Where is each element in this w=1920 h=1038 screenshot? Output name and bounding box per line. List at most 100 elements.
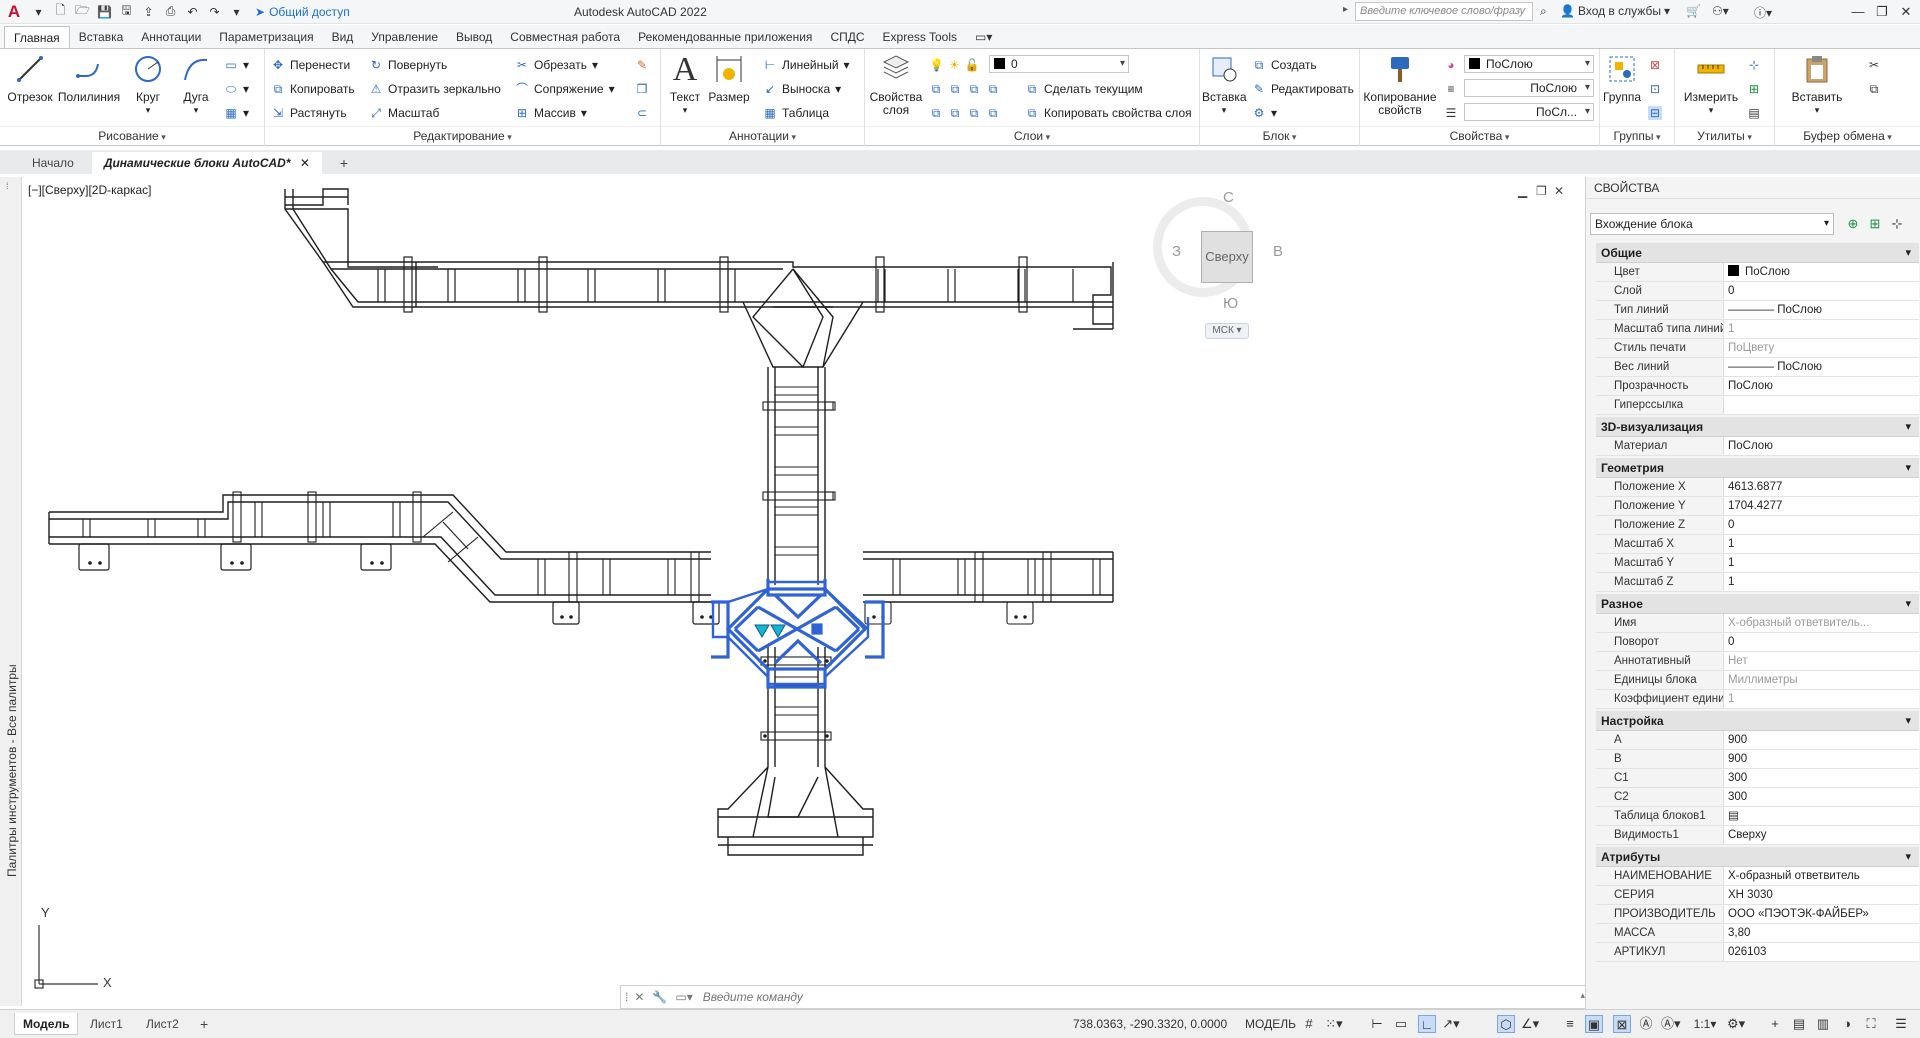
arc-button[interactable]: Дуга ▾ [174, 53, 218, 117]
cmd-grip-icon[interactable]: ⁞ [625, 990, 628, 1004]
create-block-button[interactable]: ⧉ Создать [1252, 55, 1317, 75]
stretch-button[interactable]: ⇲ Растянуть [271, 103, 347, 123]
property-value[interactable]: 300 [1724, 769, 1919, 787]
search-expand-icon[interactable]: ▸ [1343, 4, 1348, 15]
plot-icon[interactable]: ⎙ [162, 3, 179, 20]
auto-scale-icon[interactable]: Ⓐ▾ [1661, 1015, 1681, 1033]
cmd-close-icon[interactable]: ✕ [634, 990, 644, 1004]
panel-title-clipboard[interactable]: Буфер обмена [1775, 126, 1920, 144]
trim-button[interactable]: ✂ Обрезать ▾ [515, 55, 598, 75]
tab-featured-apps[interactable]: Рекомендованные приложения [629, 26, 821, 48]
group-select-icon[interactable]: ⊟ [1648, 103, 1662, 123]
property-value[interactable]: ▤ [1724, 807, 1919, 825]
copy-clip-icon[interactable]: ⧉ [1867, 79, 1881, 99]
property-row[interactable]: Стиль печати ПоЦвету [1596, 339, 1919, 358]
tab-output[interactable]: Вывод [447, 26, 501, 48]
layout-tab-sheet2[interactable]: Лист2 [138, 1013, 187, 1035]
calculator-icon[interactable]: ▤ [1747, 103, 1761, 123]
cut-icon[interactable]: ✂ [1867, 55, 1881, 75]
tab-view[interactable]: Вид [323, 26, 363, 48]
panel-title-block[interactable]: Блок [1200, 126, 1359, 144]
panel-title-layers[interactable]: Слои [865, 126, 1199, 144]
color-dropdown[interactable]: ПоСлою [1464, 55, 1594, 73]
select-objects-icon[interactable]: ⊞ [1866, 215, 1884, 233]
leader-button[interactable]: ↙ Выноска ▾ [763, 79, 841, 99]
property-row[interactable]: Таблица блоков1 ▤ [1596, 807, 1919, 826]
rectangle-button[interactable]: ▭ ▾ [224, 55, 249, 75]
save-icon[interactable]: 💾 [96, 3, 113, 20]
new-file-icon[interactable]: 🗋 [52, 3, 69, 20]
properties-section-header[interactable]: Разное [1596, 594, 1919, 614]
autocad-logo-icon[interactable]: A [3, 1, 25, 23]
explode-button[interactable]: ❒ [635, 79, 649, 99]
minimize-button[interactable]: — [1846, 2, 1870, 22]
transparency-icon[interactable]: ▣ [1585, 1015, 1603, 1033]
property-value[interactable]: 0 [1724, 633, 1919, 651]
layer-dropdown[interactable]: 0 [989, 55, 1129, 73]
property-value[interactable]: 1 [1724, 573, 1919, 591]
property-row[interactable]: Видимость1 Сверху [1596, 826, 1919, 845]
cart-icon[interactable]: 🛒 [1686, 4, 1701, 18]
ribbon-options-icon[interactable]: ▭▾ [966, 26, 1001, 48]
properties-section-header[interactable]: Атрибуты [1596, 847, 1919, 867]
ucs-menu-button[interactable]: МСК ▾ [1205, 323, 1249, 339]
property-row[interactable]: Положение Z 0 [1596, 516, 1919, 535]
annotation-scale[interactable]: 1:1▾ [1692, 1015, 1718, 1033]
measure-button[interactable]: Измерить ▾ [1683, 53, 1739, 117]
share-button[interactable]: ➤ Общий доступ [255, 5, 350, 19]
tab-collaborate[interactable]: Совместная работа [501, 26, 629, 48]
annotation-monitor-icon[interactable]: + [1766, 1015, 1784, 1033]
selection-cycling-icon[interactable]: ⊠ [1613, 1015, 1631, 1033]
property-value[interactable]: ———— ПоСлою [1724, 301, 1919, 319]
property-row[interactable]: Имя Х-образный ответвитель... [1596, 614, 1919, 633]
new-tab-button[interactable]: + [328, 152, 360, 174]
make-current-button[interactable]: ⧉ Сделать текущим [1025, 79, 1143, 99]
property-row[interactable]: Вес линий ———— ПоСлою [1596, 358, 1919, 377]
snap-icon[interactable]: ⁙▾ [1325, 1015, 1343, 1033]
layer-tools-row1[interactable]: ⧉ ⧉ ⧉ ⧉ [929, 79, 1000, 99]
ortho-icon[interactable]: ∟ [1418, 1015, 1436, 1033]
property-row[interactable]: Тип линий ———— ПоСлою [1596, 301, 1919, 320]
panel-title-properties[interactable]: Свойства [1360, 126, 1599, 144]
fillet-button[interactable]: ⌒ Сопряжение ▾ [515, 79, 615, 99]
property-row[interactable]: ПРОИЗВОДИТЕЛЬ ООО «ПЭОТЭК-ФАЙБЕР» [1596, 905, 1919, 924]
quick-select-icon[interactable]: ⊹ [1747, 55, 1761, 75]
share-icon[interactable]: ⇪ [140, 3, 157, 20]
property-row[interactable]: Положение X 4613.6877 [1596, 478, 1919, 497]
layer-properties-button[interactable]: Свойства слоя [869, 53, 923, 117]
property-row[interactable]: C1 300 [1596, 769, 1919, 788]
property-row[interactable]: Гиперссылка [1596, 396, 1919, 415]
clean-screen-icon[interactable]: ⛶ [1862, 1015, 1880, 1033]
offset-button[interactable]: ⊂ [635, 103, 649, 123]
copy-button[interactable]: ⧉ Копировать [271, 79, 355, 99]
property-row[interactable]: Материал ПоСлою [1596, 437, 1919, 456]
property-value[interactable]: Х-образный ответвитель [1724, 867, 1919, 885]
dynamic-input-icon[interactable]: ▭ [1392, 1015, 1410, 1033]
property-value[interactable]: 1704.4277 [1724, 497, 1919, 515]
customize-qat-icon[interactable]: ▾ [228, 3, 245, 20]
property-value[interactable]: 1 [1724, 535, 1919, 553]
property-row[interactable]: Масштаб Z 1 [1596, 573, 1919, 592]
property-row[interactable]: Коэффициент единиц 1 [1596, 690, 1919, 709]
viewcube-north[interactable]: С [1223, 189, 1234, 206]
property-value[interactable]: 026103 [1724, 943, 1919, 961]
viewcube[interactable]: С Ю З В Сверху МСК ▾ [1143, 183, 1283, 339]
connect-icon[interactable]: ⚇▾ [1712, 4, 1729, 18]
match-properties-button[interactable]: Копирование свойств [1362, 53, 1438, 117]
rotate-button[interactable]: ↻ Повернуть [369, 55, 447, 75]
property-row[interactable]: Слой 0 [1596, 282, 1919, 301]
property-row[interactable]: АРТИКУЛ 026103 [1596, 943, 1919, 962]
infer-constraints-icon[interactable]: ⊢ [1368, 1015, 1386, 1033]
properties-section-header[interactable]: Геометрия [1596, 458, 1919, 478]
cmd-customize-icon[interactable]: 🔧 [652, 990, 667, 1004]
undo-icon[interactable]: ↶ [184, 3, 201, 20]
close-tab-icon[interactable]: ✕ [300, 156, 310, 170]
panel-title-draw[interactable]: Рисование [0, 126, 264, 144]
cursor-coordinates[interactable]: 738.0363, -290.3320, 0.0000 [1073, 1017, 1227, 1031]
array-button[interactable]: ⊞ Массив ▾ [515, 103, 587, 123]
property-row[interactable]: Масштаб типа линий 1 [1596, 320, 1919, 339]
property-row[interactable]: C2 300 [1596, 788, 1919, 807]
ungroup-icon[interactable]: ⊠ [1648, 55, 1662, 75]
isodraft-icon[interactable]: ⬡ [1497, 1015, 1515, 1033]
property-value[interactable]: ООО «ПЭОТЭК-ФАЙБЕР» [1724, 905, 1919, 923]
